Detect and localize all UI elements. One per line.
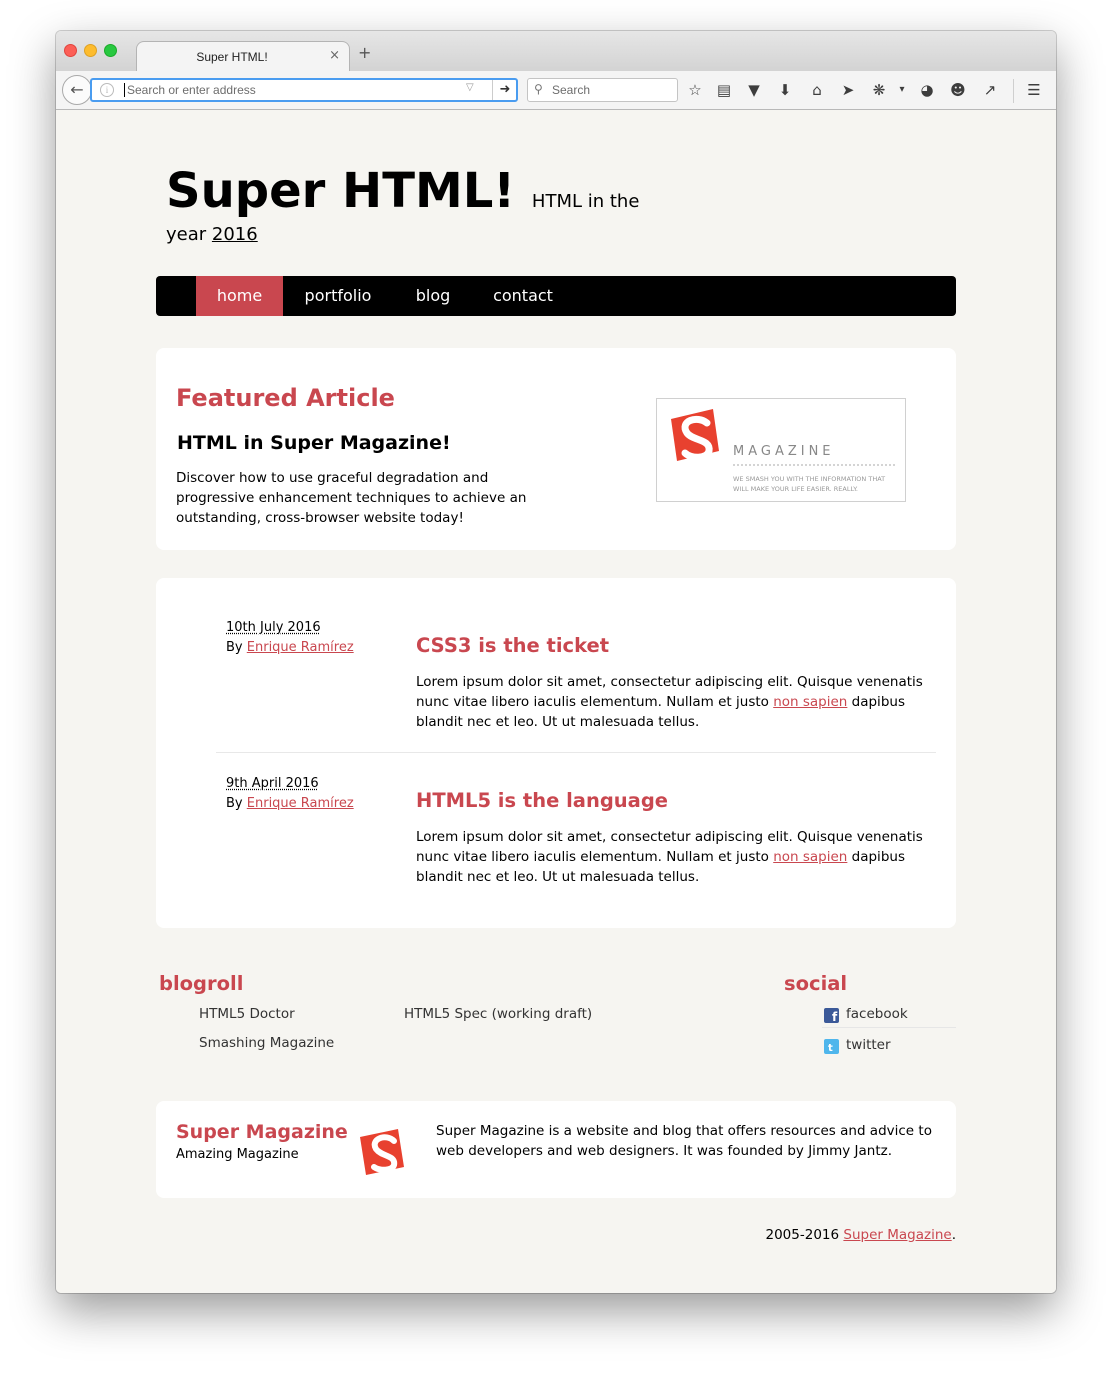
social-label: facebook <box>846 1006 908 1022</box>
svg-text:t: t <box>828 1043 833 1054</box>
bookmark-star-icon[interactable]: ☆ <box>685 80 705 100</box>
inline-link[interactable]: non sapien <box>773 849 847 865</box>
close-window-button[interactable] <box>64 44 77 57</box>
footer-description: Super Magazine is a website and blog tha… <box>436 1123 932 1159</box>
inline-link[interactable]: non sapien <box>773 694 847 710</box>
magazine-logo: MAGAZINE WE SMASH YOU WITH THE INFORMATI… <box>656 398 906 502</box>
sync-icon[interactable]: ↗ <box>980 80 1000 100</box>
tab-title: Super HTML! <box>196 50 268 64</box>
tab-close-icon[interactable]: × <box>329 48 340 63</box>
browser-tab[interactable]: Super HTML! × <box>136 41 350 72</box>
copyright-link[interactable]: Super Magazine <box>843 1227 951 1243</box>
dropdown-arrow-icon[interactable]: ▽ <box>466 82 474 93</box>
site-tagline: HTML in the <box>531 191 640 212</box>
post-date: 9th April 2016 <box>226 776 319 791</box>
featured-article-card: Featured Article HTML in Super Magazine!… <box>156 348 956 550</box>
address-bar[interactable]: i Search or enter address ▽ ➜ <box>90 78 518 102</box>
featured-heading: Featured Article <box>176 384 395 412</box>
social-divider <box>822 1027 956 1028</box>
emoji-icon[interactable]: ☻ <box>948 80 968 100</box>
search-icon: ⚲ <box>534 82 543 96</box>
tab-strip: Super HTML! × + <box>56 31 1056 72</box>
logo-word: MAGAZINE <box>733 444 835 459</box>
new-tab-button[interactable]: + <box>358 45 371 61</box>
twitter-icon: t <box>824 1039 839 1054</box>
post-body: Lorem ipsum dolor sit amet, consectetur … <box>416 672 936 732</box>
send-icon[interactable]: ➤ <box>838 80 858 100</box>
footer-tagline: Amazing Magazine <box>176 1147 299 1162</box>
home-icon[interactable]: ⌂ <box>807 80 827 100</box>
search-input[interactable]: Search <box>552 83 590 97</box>
browser-window: Super HTML! × + ← i Search or enter addr… <box>56 31 1056 1293</box>
blogroll-heading: blogroll <box>159 972 244 995</box>
history-icon[interactable]: ◕ <box>917 80 937 100</box>
facebook-icon: f <box>824 1008 839 1024</box>
social-heading: social <box>784 972 848 995</box>
blogroll-link[interactable]: HTML5 Spec (working draft) <box>404 1006 592 1022</box>
zoom-window-button[interactable] <box>104 44 117 57</box>
nav-item-portfolio[interactable]: portfolio <box>283 276 393 316</box>
hamburger-menu-icon[interactable]: ☰ <box>1024 80 1044 100</box>
chevron-down-icon[interactable]: ▾ <box>892 80 912 100</box>
byline-prefix: By <box>226 796 243 811</box>
footer-logo-icon <box>360 1129 404 1175</box>
search-box[interactable]: ⚲ Search <box>527 78 678 102</box>
info-icon[interactable]: i <box>100 83 114 97</box>
social-link-twitter[interactable]: t twitter <box>824 1037 956 1065</box>
byline-prefix: By <box>226 640 243 655</box>
blogroll-link[interactable]: Smashing Magazine <box>199 1035 334 1051</box>
copyright-period: . <box>951 1227 956 1243</box>
nav-item-contact[interactable]: contact <box>473 276 573 316</box>
year-link[interactable]: 2016 <box>212 224 258 245</box>
back-button[interactable]: ← <box>62 75 92 105</box>
logo-tagline-1: WE SMASH YOU WITH THE INFORMATION THAT <box>733 475 885 483</box>
go-arrow-icon[interactable]: ➜ <box>492 80 517 100</box>
nav-item-blog[interactable]: blog <box>393 276 473 316</box>
social-link-facebook[interactable]: f facebook <box>824 1006 956 1034</box>
post-title[interactable]: CSS3 is the ticket <box>416 634 609 657</box>
web-page: Super HTML! HTML in the year 2016 home p… <box>56 110 1056 1293</box>
featured-description: Discover how to use graceful degradation… <box>176 470 527 526</box>
copyright-line: 2005-2016 Super Magazine. <box>766 1227 957 1243</box>
reading-list-icon[interactable]: ▤ <box>714 80 734 100</box>
footer-brand: Super Magazine <box>176 1121 348 1143</box>
blogroll-link[interactable]: HTML5 Doctor <box>199 1006 295 1022</box>
year-prefix: year <box>166 224 207 245</box>
download-icon[interactable]: ⬇ <box>775 80 795 100</box>
post-byline: By Enrique Ramírez <box>226 640 354 655</box>
address-input[interactable]: Search or enter address <box>124 83 256 97</box>
post-byline: By Enrique Ramírez <box>226 796 354 811</box>
post-body: Lorem ipsum dolor sit amet, consectetur … <box>416 827 936 887</box>
logo-tagline-2: WILL MAKE YOUR LIFE EASIER. REALLY. <box>733 485 858 493</box>
magazine-logo-graphic: MAGAZINE WE SMASH YOU WITH THE INFORMATI… <box>671 409 897 493</box>
main-navigation: home portfolio blog contact <box>156 276 956 316</box>
back-arrow-icon: ← <box>70 80 84 99</box>
post-date: 10th July 2016 <box>226 620 321 635</box>
site-header: Super HTML! HTML in the <box>166 161 639 232</box>
extension-icon[interactable]: ❋ <box>869 80 889 100</box>
author-link[interactable]: Enrique Ramírez <box>247 640 354 655</box>
footer-card: Super Magazine Amazing Magazine Super Ma… <box>156 1101 956 1198</box>
svg-text:f: f <box>832 1010 838 1023</box>
nav-toolbar: ← i Search or enter address ▽ ➜ ⚲ Search… <box>56 71 1056 110</box>
post-title[interactable]: HTML5 is the language <box>416 789 668 812</box>
pocket-icon[interactable]: ▼ <box>744 80 764 100</box>
featured-title[interactable]: HTML in Super Magazine! <box>177 432 451 454</box>
toolbar-divider <box>1013 79 1014 103</box>
site-title: Super HTML! <box>166 163 516 219</box>
post-divider <box>216 752 936 753</box>
posts-card: 10th July 2016 By Enrique Ramírez CSS3 i… <box>156 578 956 928</box>
site-year-line: year 2016 <box>166 224 258 245</box>
copyright-years: 2005-2016 <box>765 1227 840 1243</box>
nav-item-home[interactable]: home <box>196 276 283 316</box>
minimize-window-button[interactable] <box>84 44 97 57</box>
author-link[interactable]: Enrique Ramírez <box>247 796 354 811</box>
social-label: twitter <box>846 1037 891 1053</box>
